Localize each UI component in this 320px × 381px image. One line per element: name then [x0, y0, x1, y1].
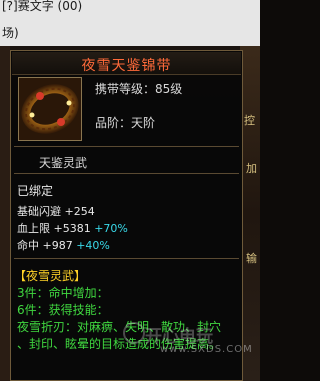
- divider: [14, 173, 239, 174]
- bound-status: 已绑定: [17, 184, 54, 198]
- set-bonus-line: 6件：获得技能：: [17, 303, 109, 317]
- item-icon-frame[interactable]: [18, 77, 82, 141]
- watermark-url: www.SXDS.COM: [160, 344, 253, 355]
- background-left-edge: [0, 46, 10, 381]
- window-subtitle: 场): [2, 26, 19, 40]
- window-title: [?]赛文字 (00): [2, 0, 83, 13]
- item-grade: 品阶：天阶: [95, 116, 156, 130]
- stat-name: 命中: [17, 239, 39, 252]
- divider: [14, 258, 239, 259]
- side-text-control: 控: [244, 114, 255, 127]
- side-text-input: 输: [246, 252, 257, 265]
- stat-base: +254: [64, 205, 95, 218]
- stat-row: 血上限 +5381 +70%: [17, 220, 128, 236]
- stat-bonus: +70%: [94, 222, 128, 235]
- tooltip-title-bar: 夜雪天鉴锦带: [12, 52, 241, 75]
- level-requirement: 携带等级：85级: [95, 82, 183, 96]
- item-name: 夜雪天鉴锦带: [81, 58, 172, 74]
- golden-belt-icon: [19, 78, 81, 140]
- set-name: 【夜雪灵武】: [14, 269, 87, 283]
- side-text-add: 加: [246, 162, 257, 175]
- divider: [14, 146, 239, 147]
- stat-row: 命中 +987 +40%: [17, 237, 110, 253]
- stat-row: 基础闪避 +254: [17, 203, 95, 219]
- watermark-logo: [123, 322, 145, 344]
- set-bonus-line: 3件：命中增加：: [17, 286, 109, 300]
- stat-name: 基础闪避: [17, 205, 61, 218]
- stat-name: 血上限: [17, 222, 50, 235]
- stat-base: +5381: [53, 222, 91, 235]
- window-title-strip: [?]赛文字 (00) 场): [0, 0, 260, 46]
- spirit-type-label: 天鉴灵武: [39, 156, 88, 170]
- background-right-panel: [240, 46, 260, 381]
- stat-bonus: +40%: [76, 239, 110, 252]
- stat-base: +987: [42, 239, 73, 252]
